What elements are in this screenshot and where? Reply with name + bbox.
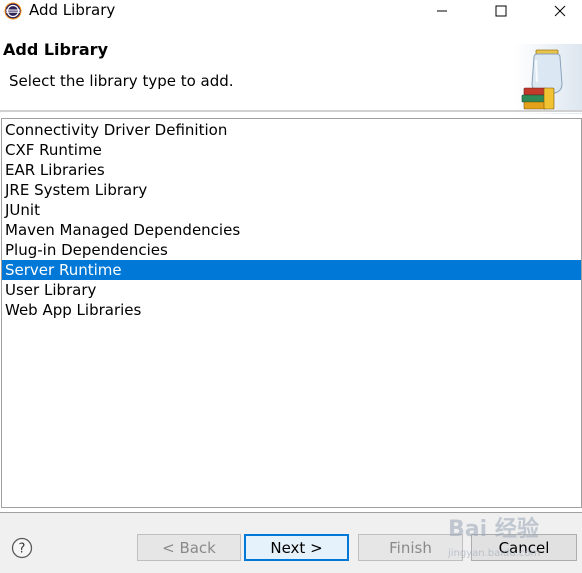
close-button[interactable] <box>537 0 582 22</box>
list-item[interactable]: JRE System Library <box>2 180 581 200</box>
list-item[interactable]: JUnit <box>2 200 581 220</box>
list-item[interactable]: EAR Libraries <box>2 160 581 180</box>
list-item[interactable]: Connectivity Driver Definition <box>2 120 581 140</box>
eclipse-icon <box>4 2 22 20</box>
add-library-dialog: Add Library Add Library Select the libra… <box>0 0 582 573</box>
dialog-footer: ? < Back Next > Finish Cancel <box>0 513 582 573</box>
list-item[interactable]: Plug-in Dependencies <box>2 240 581 260</box>
title-bar: Add Library <box>0 0 582 22</box>
list-item-selected[interactable]: Server Runtime <box>2 260 581 280</box>
maximize-icon <box>495 5 507 17</box>
next-button[interactable]: Next > <box>244 534 349 561</box>
minimize-icon <box>437 10 447 12</box>
close-icon <box>554 5 566 17</box>
minimize-button[interactable] <box>419 0 465 22</box>
list-item[interactable]: CXF Runtime <box>2 140 581 160</box>
maximize-button[interactable] <box>478 0 524 22</box>
finish-button[interactable]: Finish <box>358 534 463 561</box>
cancel-button[interactable]: Cancel <box>471 534 577 561</box>
list-item[interactable]: Web App Libraries <box>2 300 581 320</box>
dialog-header: Add Library Select the library type to a… <box>0 22 582 114</box>
svg-text:?: ? <box>19 542 26 557</box>
header-title: Add Library <box>3 40 108 59</box>
library-type-list[interactable]: Connectivity Driver Definition CXF Runti… <box>1 118 582 508</box>
help-icon[interactable]: ? <box>11 537 33 559</box>
header-separator <box>0 110 582 113</box>
window-title: Add Library <box>29 1 116 19</box>
header-description: Select the library type to add. <box>9 72 234 90</box>
back-button[interactable]: < Back <box>137 534 241 561</box>
library-jar-icon <box>514 44 582 114</box>
list-item[interactable]: Maven Managed Dependencies <box>2 220 581 240</box>
list-item[interactable]: User Library <box>2 280 581 300</box>
